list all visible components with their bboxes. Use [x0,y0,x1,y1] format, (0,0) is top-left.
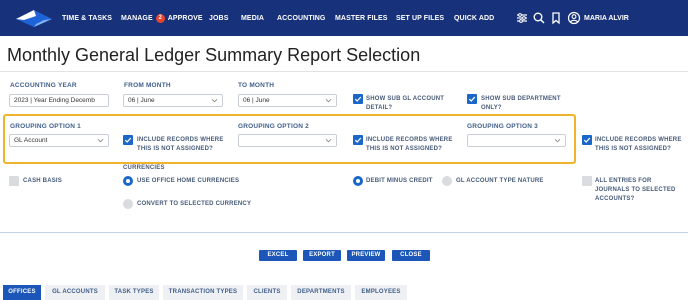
to-month-label: TO MONTH [238,82,275,89]
convert-currency-radio[interactable] [123,199,133,209]
nav-manage[interactable]: MANAGE 2 APPROVE [121,13,203,25]
from-month-value: 06 | June [128,97,155,104]
preview-button[interactable]: PREVIEW [347,250,385,261]
all-entries-line3: ACCOUNTS? [595,196,635,202]
include-unassigned-2-line2: THIS IS NOT ASSIGNED? [366,146,442,152]
show-sub-dept-label-line2: ONLY? [481,105,502,111]
chevron-down-icon [554,138,561,143]
include-unassigned-2-line1: INCLUDE RECORDS WHERE [366,137,453,143]
accounting-year-label: ACCOUNTING YEAR [10,82,77,89]
all-entries-checkbox[interactable] [582,176,592,186]
to-month-select[interactable]: 06 | June [238,94,337,107]
show-sub-dept-checkbox[interactable] [467,94,477,104]
page-title: Monthly General Ledger Summary Report Se… [7,45,421,65]
checkmark-icon [354,96,362,102]
brand-logo-icon[interactable] [14,8,54,28]
export-button[interactable]: EXPORT [303,250,341,261]
nav-accounting[interactable]: ACCOUNTING [277,13,325,25]
report-selection-screen: TIME & TASKS MANAGE 2 APPROVE JOBS MEDIA A… [0,0,688,300]
debit-minus-credit-radio[interactable] [353,176,363,186]
include-unassigned-1-line1: INCLUDE RECORDS WHERE [137,137,224,143]
include-unassigned-1-label: INCLUDE RECORDS WHERE THIS IS NOT ASSIGN… [137,136,224,154]
to-month-value: 06 | June [243,97,270,104]
grouping-option-1-value: GL Account [14,137,48,144]
nav-media[interactable]: MEDIA [241,13,264,25]
tab-offices[interactable]: OFFICES [3,285,41,300]
show-sub-dept-label: SHOW SUB DEPARTMENT ONLY? [481,95,561,113]
grouping-option-2-select[interactable] [238,134,337,147]
checkmark-icon [583,137,591,143]
include-unassigned-3-line1: INCLUDE RECORDS WHERE [595,137,682,143]
search-icon[interactable] [532,11,546,25]
nav-manage-label[interactable]: MANAGE [121,15,153,22]
tab-task-types[interactable]: TASK TYPES [109,285,159,300]
include-unassigned-1-checkbox[interactable] [123,135,133,145]
checkmark-icon [468,96,476,102]
grouping-option-1-select[interactable]: GL Account [9,134,109,147]
checkmark-icon [354,137,362,143]
excel-button[interactable]: EXCEL [259,250,297,261]
grouping-option-3-label: GROUPING OPTION 3 [467,123,538,130]
accounting-year-value: 2023 | Year Ending Decemb [14,97,95,104]
gl-account-type-radio[interactable] [442,176,452,186]
chevron-down-icon [97,138,104,143]
all-entries-line1: ALL ENTRIES FOR [595,178,652,184]
use-office-currency-label: USE OFFICE HOME CURRENCIES [137,178,240,184]
show-sub-gl-label: SHOW SUB GL ACCOUNT DETAIL? [366,95,444,113]
grouping-option-2-label: GROUPING OPTION 2 [238,123,309,130]
nav-jobs[interactable]: JOBS [209,13,228,25]
use-office-currency-radio[interactable] [123,176,133,186]
footer-divider [0,232,688,233]
convert-currency-label: CONVERT TO SELECTED CURRENCY [137,201,252,207]
chevron-down-icon [325,138,332,143]
show-sub-gl-checkbox[interactable] [353,94,363,104]
grouping-option-1-label: GROUPING OPTION 1 [10,123,81,130]
close-button[interactable]: CLOSE [392,250,430,261]
tab-gl-accounts[interactable]: GL ACCOUNTS [45,285,105,300]
from-month-label: FROM MONTH [124,82,171,89]
nav-approve-label[interactable]: APPROVE [168,15,203,22]
checkmark-icon [124,137,132,143]
gl-account-type-label: GL ACCOUNT TYPE NATURE [456,178,544,184]
cash-basis-checkbox[interactable] [9,176,19,186]
bookmark-icon[interactable] [549,11,563,25]
filter-sliders-icon[interactable] [515,11,529,25]
top-navigation-bar: TIME & TASKS MANAGE 2 APPROVE JOBS MEDIA A… [0,0,688,36]
include-unassigned-3-label: INCLUDE RECORDS WHERE THIS IS NOT ASSIGN… [595,136,682,154]
nav-time-tasks[interactable]: TIME & TASKS [62,13,112,25]
nav-set-up-files[interactable]: SET UP FILES [396,13,444,25]
show-sub-dept-label-line1: SHOW SUB DEPARTMENT [481,96,561,102]
from-month-select[interactable]: 06 | June [123,94,223,107]
manage-badge: 2 [155,14,165,23]
include-unassigned-1-line2: THIS IS NOT ASSIGNED? [137,146,213,152]
chevron-down-icon [325,98,332,103]
tab-departments[interactable]: DEPARTMENTS [291,285,351,300]
tab-clients[interactable]: CLIENTS [247,285,287,300]
all-entries-line2: JOURNALS TO SELECTED [595,187,676,193]
chevron-down-icon [211,98,218,103]
nav-master-files[interactable]: MASTER FILES [335,13,388,25]
show-sub-gl-label-line1: SHOW SUB GL ACCOUNT [366,96,445,102]
user-avatar-icon[interactable] [567,11,581,25]
all-entries-label: ALL ENTRIES FOR JOURNALS TO SELECTED ACC… [595,177,676,204]
include-unassigned-2-checkbox[interactable] [353,135,363,145]
user-name[interactable]: MARIA ALVIR [584,13,629,25]
show-sub-gl-label-line2: DETAIL? [366,105,393,111]
accounting-year-select[interactable]: 2023 | Year Ending Decemb [9,94,109,107]
tab-employees[interactable]: EMPLOYEES [355,285,407,300]
tab-transaction-types[interactable]: TRANSACTION TYPES [163,285,243,300]
include-unassigned-3-checkbox[interactable] [582,135,592,145]
currencies-label: CURRENCIES [123,165,165,171]
include-unassigned-2-label: INCLUDE RECORDS WHERE THIS IS NOT ASSIGN… [366,136,453,154]
grouping-option-3-select[interactable] [467,134,566,147]
debit-minus-credit-label: DEBIT MINUS CREDIT [366,178,433,184]
include-unassigned-3-line2: THIS IS NOT ASSIGNED? [595,146,671,152]
cash-basis-label: CASH BASIS [23,178,63,184]
nav-quick-add[interactable]: QUICK ADD [454,13,494,25]
title-divider [0,71,688,72]
